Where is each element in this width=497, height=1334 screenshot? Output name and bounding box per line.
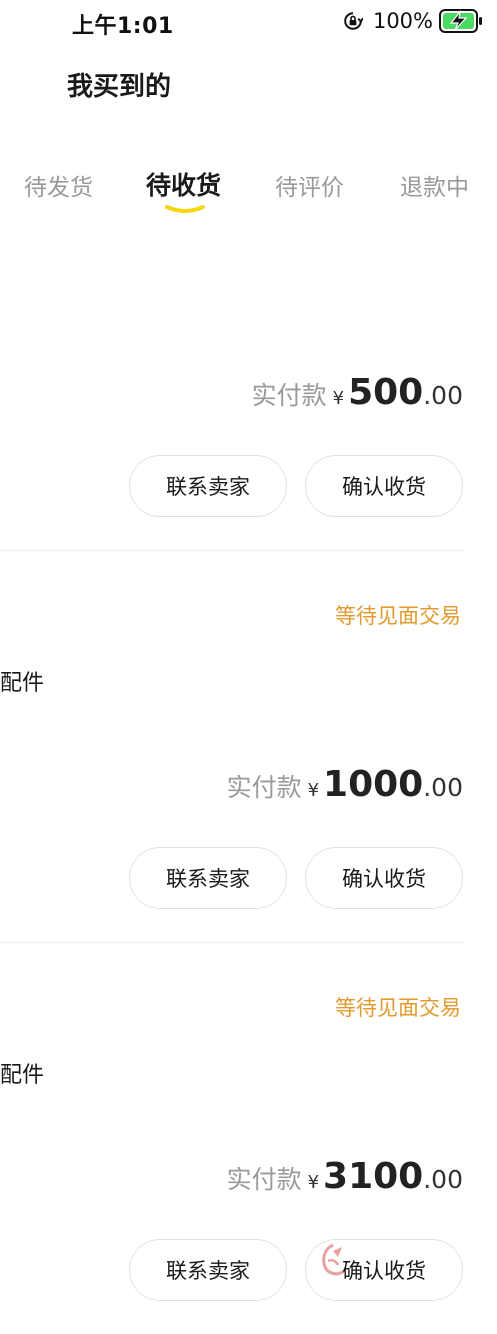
price-row: 实付款 ¥ 500 .00 [252,372,463,413]
price-row: 实付款 ¥ 1000 .00 [227,764,463,805]
order-status: 等待见面交易 [335,604,461,628]
active-tab-indicator [165,205,205,213]
price-label: 实付款 [226,773,302,802]
item-title[interactable]: 配件 [0,1057,44,1089]
battery-percent: 100% [372,9,433,33]
kanong-logo-icon [322,1243,345,1276]
tab-pending-review[interactable]: 待评价 [275,168,344,202]
order-divider [0,942,465,943]
price-integer: 3100 [323,1156,424,1197]
order-status: 等待见面交易 [335,996,461,1020]
status-time: 上午1:01 [72,14,174,39]
page-title: 我买到的 [67,72,172,102]
price-currency: ¥ [332,388,345,409]
rotation-lock-icon [344,12,363,30]
watermark [318,1243,348,1277]
contact-seller-button[interactable]: 联系卖家 [129,847,287,909]
confirm-receipt-button[interactable]: 确认收货 [305,847,463,909]
contact-seller-button[interactable]: 联系卖家 [129,455,287,517]
price-label: 实付款 [226,1165,302,1194]
order-divider [0,550,465,551]
tab-pending-receipt[interactable]: 待收货 [146,166,221,202]
price-integer: 1000 [323,764,424,805]
item-title[interactable]: 配件 [0,665,44,697]
status-bar: 上午1:01 100% [0,0,497,42]
price-label: 实付款 [251,381,327,410]
price-integer: 500 [348,372,424,413]
price-decimal: .00 [423,381,463,410]
tab-refunding[interactable]: 退款中 [400,168,469,202]
battery-charging-icon [439,9,482,33]
price-row: 实付款 ¥ 3100 .00 [227,1156,463,1197]
status-right: 100% [343,8,483,34]
confirm-receipt-button[interactable]: 确认收货 [305,455,463,517]
price-decimal: .00 [423,773,463,802]
tab-pending-shipment[interactable]: 待发货 [24,168,93,202]
screen: 上午1:01 100% 我买到的 待发货 待收货 待评价 退款中 实付款 ¥ 5… [0,0,497,1334]
contact-seller-button[interactable]: 联系卖家 [129,1239,287,1301]
price-decimal: .00 [423,1165,463,1194]
price-currency: ¥ [307,780,320,801]
price-currency: ¥ [307,1172,320,1193]
